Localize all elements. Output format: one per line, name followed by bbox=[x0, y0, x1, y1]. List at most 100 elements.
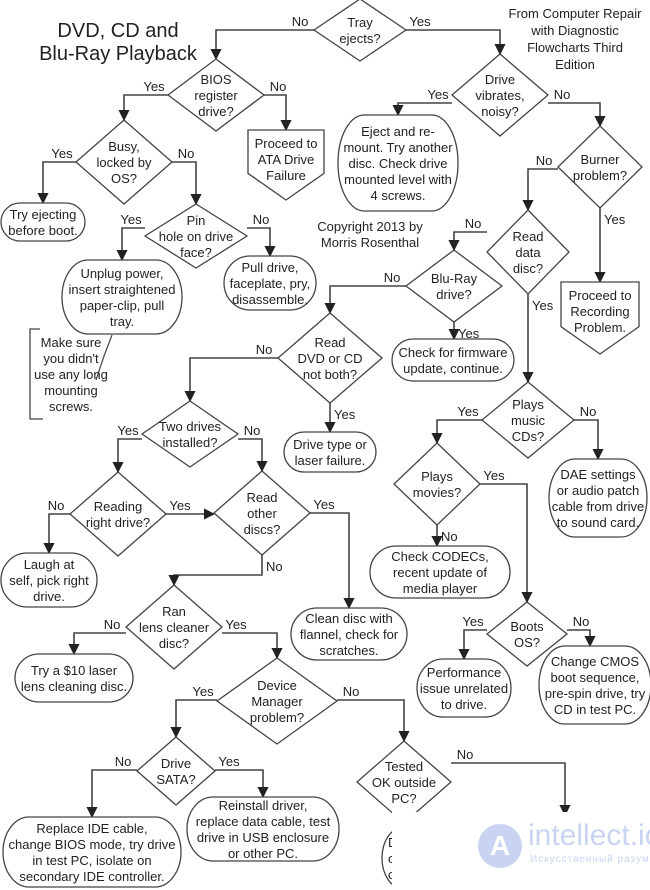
node-text-line: locked by bbox=[97, 155, 152, 170]
node-plays-music: PlaysmusicCDs? bbox=[480, 381, 576, 459]
edge-bluray_drive-to-read_dvd_cd: No bbox=[324, 270, 406, 315]
node-try-eject-boot: Try ejectingbefore boot. bbox=[0, 202, 86, 242]
edge-plays_movies-to-check_codecs: No bbox=[431, 525, 458, 548]
edge-tray_ejects-to-drive_vibrates: Yes bbox=[406, 14, 506, 56]
edge-read_dvd_cd-to-drive_type_failure: Yes bbox=[324, 403, 356, 434]
node-ran-lens-cleaner: Ranlens cleanerdisc? bbox=[125, 584, 223, 670]
node-text-line: pre-spin drive, try bbox=[545, 686, 646, 701]
connector-line bbox=[392, 102, 452, 117]
node-text-line: Burner bbox=[580, 152, 620, 167]
node-text-line: before boot. bbox=[8, 223, 77, 238]
node-drive-sata: DriveSATA? bbox=[136, 736, 216, 806]
node-change-cmos: Change CMOSboot sequence,pre-spin drive,… bbox=[538, 645, 650, 725]
node-text-line: disassemble. bbox=[232, 292, 308, 307]
terminal-shape bbox=[14, 653, 134, 703]
node-text-line: music bbox=[511, 413, 545, 428]
edge-label-yes: Yes bbox=[313, 497, 335, 512]
connector-line bbox=[324, 285, 406, 315]
node-text-line: BIOS bbox=[200, 72, 231, 87]
node-text-line: drive in USB enclosure bbox=[197, 830, 329, 845]
node-performance-issue: Performanceissue unrelatedto drive. bbox=[416, 658, 512, 718]
edge-label-yes: Yes bbox=[604, 212, 626, 227]
connector-line bbox=[116, 227, 145, 262]
node-text-line: data bbox=[515, 245, 541, 260]
node-reading-right-drive: Readingright drive? bbox=[69, 471, 167, 557]
edge-label-no: No bbox=[256, 342, 273, 357]
node-text-line: ejects? bbox=[339, 31, 380, 46]
node-reinstall-driver: Reinstall driver,replace data cable, tes… bbox=[186, 796, 340, 862]
edge-label-yes: Yes bbox=[532, 298, 554, 313]
node-text-line: Problem. bbox=[574, 320, 626, 335]
node-plays-movies: Playsmovies? bbox=[393, 442, 481, 526]
edge-label-yes: Yes bbox=[192, 684, 214, 699]
edge-ran_lens_cleaner-to-device_manager: Yes bbox=[222, 617, 283, 660]
node-two-drives: Two drivesinstalled? bbox=[140, 400, 240, 468]
node-note-screws: Make sureyou didn'tuse any longmountings… bbox=[29, 328, 108, 420]
watermark: A intellect.icu Искусственный разум bbox=[392, 812, 650, 890]
edge-label-no: No bbox=[266, 559, 283, 574]
node-text-line: DAE settings bbox=[560, 467, 636, 482]
node-tray-ejects: Trayejects? bbox=[312, 0, 408, 62]
node-text-line: right drive? bbox=[86, 515, 150, 530]
edge-drive_sata-to-replace_ide: No bbox=[86, 754, 137, 819]
node-text-line: to sound card. bbox=[557, 515, 639, 530]
connector-line bbox=[222, 632, 283, 660]
node-text-line: insert straightened bbox=[69, 282, 176, 297]
node-bios-register: BIOSregisterdrive? bbox=[166, 58, 266, 132]
node-text-line: Try a $10 laser bbox=[31, 663, 118, 678]
node-text-line: face? bbox=[180, 245, 212, 260]
connector-line bbox=[238, 438, 268, 473]
connector-line bbox=[310, 512, 355, 610]
node-text-line: change BIOS mode, try drive bbox=[9, 837, 176, 852]
node-text-line: mount. Try another bbox=[343, 140, 453, 155]
connector-line bbox=[43, 513, 70, 555]
edge-drive_sata-to-reinstall_driver: Yes bbox=[215, 754, 269, 799]
node-text-line: you didn't bbox=[43, 351, 99, 366]
edge-plays_music-to-dae_settings: No bbox=[574, 404, 604, 461]
edge-busy_locked-to-try_eject_boot: Yes bbox=[37, 146, 76, 205]
edge-label-yes: Yes bbox=[457, 404, 479, 419]
connector-line bbox=[210, 29, 314, 61]
node-text-line: Make sure bbox=[41, 335, 102, 350]
node-check-firmware: Check for firmwareupdate, continue. bbox=[391, 338, 515, 382]
node-text-line: secondary IDE controller. bbox=[19, 869, 164, 884]
connector-line bbox=[118, 94, 168, 122]
node-pin-hole: Pinhole on driveface? bbox=[143, 203, 249, 269]
node-text-line: PC? bbox=[391, 791, 416, 806]
edge-drive_vibrates-to-eject_remount: Yes bbox=[392, 87, 452, 117]
edge-label-yes: Yes bbox=[218, 754, 240, 769]
node-text-line: Change CMOS bbox=[551, 654, 639, 669]
node-text-line: OS? bbox=[111, 171, 137, 186]
node-text-line: DVD or CD bbox=[297, 351, 362, 366]
node-text-line: self, pick right bbox=[9, 573, 89, 588]
node-busy-locked: Busy,locked byOS? bbox=[75, 119, 173, 205]
edge-tray_ejects-to-bios_register: No bbox=[210, 14, 314, 61]
edge-label-yes: Yes bbox=[334, 407, 356, 422]
node-text-line: mounting bbox=[44, 383, 97, 398]
node-text-line: paper-clip, pull bbox=[80, 298, 165, 313]
node-text-line: Busy, bbox=[108, 139, 140, 154]
connector-line bbox=[112, 438, 142, 474]
node-text-line: lens cleaning disc. bbox=[21, 679, 127, 694]
edge-pin_hole-to-pull_drive: No bbox=[247, 212, 276, 258]
edge-busy_locked-to-pin_hole: No bbox=[172, 146, 202, 206]
edge-label-no: No bbox=[115, 754, 132, 769]
node-text-line: ATA Drive bbox=[258, 152, 315, 167]
edge-label-no: No bbox=[580, 404, 597, 419]
edge-label-yes: Yes bbox=[409, 14, 431, 29]
connector-line bbox=[168, 555, 263, 587]
connector-line bbox=[458, 629, 487, 661]
connector-line bbox=[172, 161, 202, 206]
edge-tested_ok_outside-to-bottom_right_box: No bbox=[451, 747, 571, 817]
node-text-line: scratches. bbox=[319, 643, 378, 658]
edge-label-yes: Yes bbox=[462, 614, 484, 629]
node-text-line: flannel, check for bbox=[300, 627, 399, 642]
node-text-line: use any long bbox=[34, 367, 108, 382]
node-text-line: issue unrelated bbox=[420, 681, 508, 696]
node-text-line: boot sequence, bbox=[551, 670, 640, 685]
connector-line bbox=[448, 231, 487, 252]
flowchart-canvas: No Yes Yes No Yes No Yes No Yes No No Yes No Yes No Yes… bbox=[0, 0, 650, 889]
edge-label-no: No bbox=[343, 684, 360, 699]
edge-pin_hole-to-unplug_power: Yes bbox=[116, 212, 145, 262]
decision-diamond bbox=[393, 442, 481, 526]
